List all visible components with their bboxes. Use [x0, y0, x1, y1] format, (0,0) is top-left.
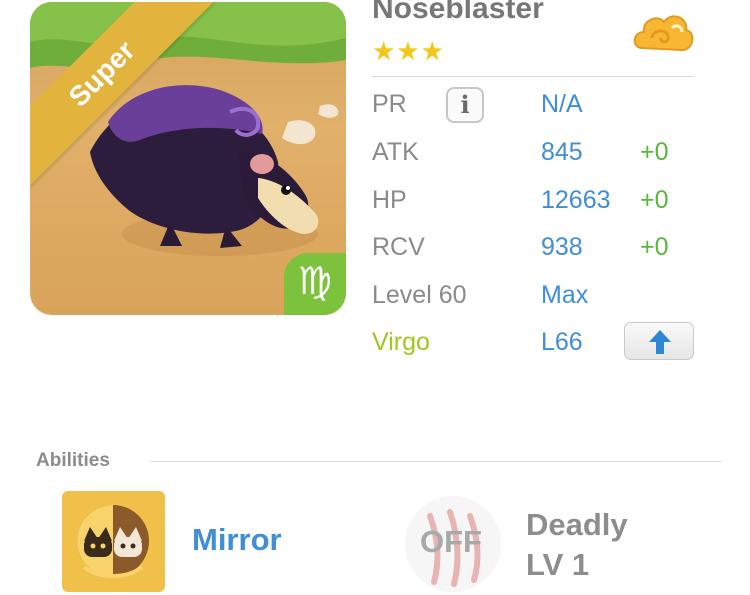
hp-label: HP — [372, 186, 407, 214]
ability-off-label: OFF — [420, 524, 482, 559]
info-button[interactable]: i — [446, 87, 484, 123]
deadly-ability-level: LV 1 — [526, 547, 590, 582]
stats-divider — [372, 76, 694, 77]
rcv-label: RCV — [372, 233, 425, 261]
virgo-sign-icon: ♍ — [284, 253, 346, 315]
cloud-icon[interactable] — [632, 8, 694, 60]
pet-portrait[interactable]: Super ♍ — [30, 2, 346, 315]
sign-label: Virgo — [372, 328, 430, 356]
mirror-ability-icon[interactable] — [62, 491, 165, 592]
star-rating: ★★★ — [372, 36, 445, 66]
deadly-ability-name[interactable]: Deadly — [526, 507, 628, 543]
rcv-bonus: +0 — [640, 233, 669, 261]
arrow-up-icon — [649, 330, 671, 354]
pet-name: Noseblaster — [372, 0, 544, 25]
atk-value: 845 — [541, 138, 583, 166]
mirror-cat-icon — [77, 505, 149, 578]
rcv-value: 938 — [541, 233, 583, 261]
sign-level-value: L66 — [541, 328, 583, 356]
abilities-heading: Abilities — [36, 450, 110, 471]
upgrade-button[interactable] — [624, 322, 694, 360]
atk-bonus: +0 — [640, 138, 669, 166]
abilities-divider — [150, 461, 722, 462]
level-label: Level 60 — [372, 281, 467, 309]
pr-label: PR — [372, 90, 407, 118]
pr-value: N/A — [541, 90, 583, 118]
hp-bonus: +0 — [640, 186, 669, 214]
level-value: Max — [541, 281, 589, 309]
hp-value: 12663 — [541, 186, 611, 214]
mirror-ability-name[interactable]: Mirror — [192, 522, 282, 558]
atk-label: ATK — [372, 138, 419, 166]
